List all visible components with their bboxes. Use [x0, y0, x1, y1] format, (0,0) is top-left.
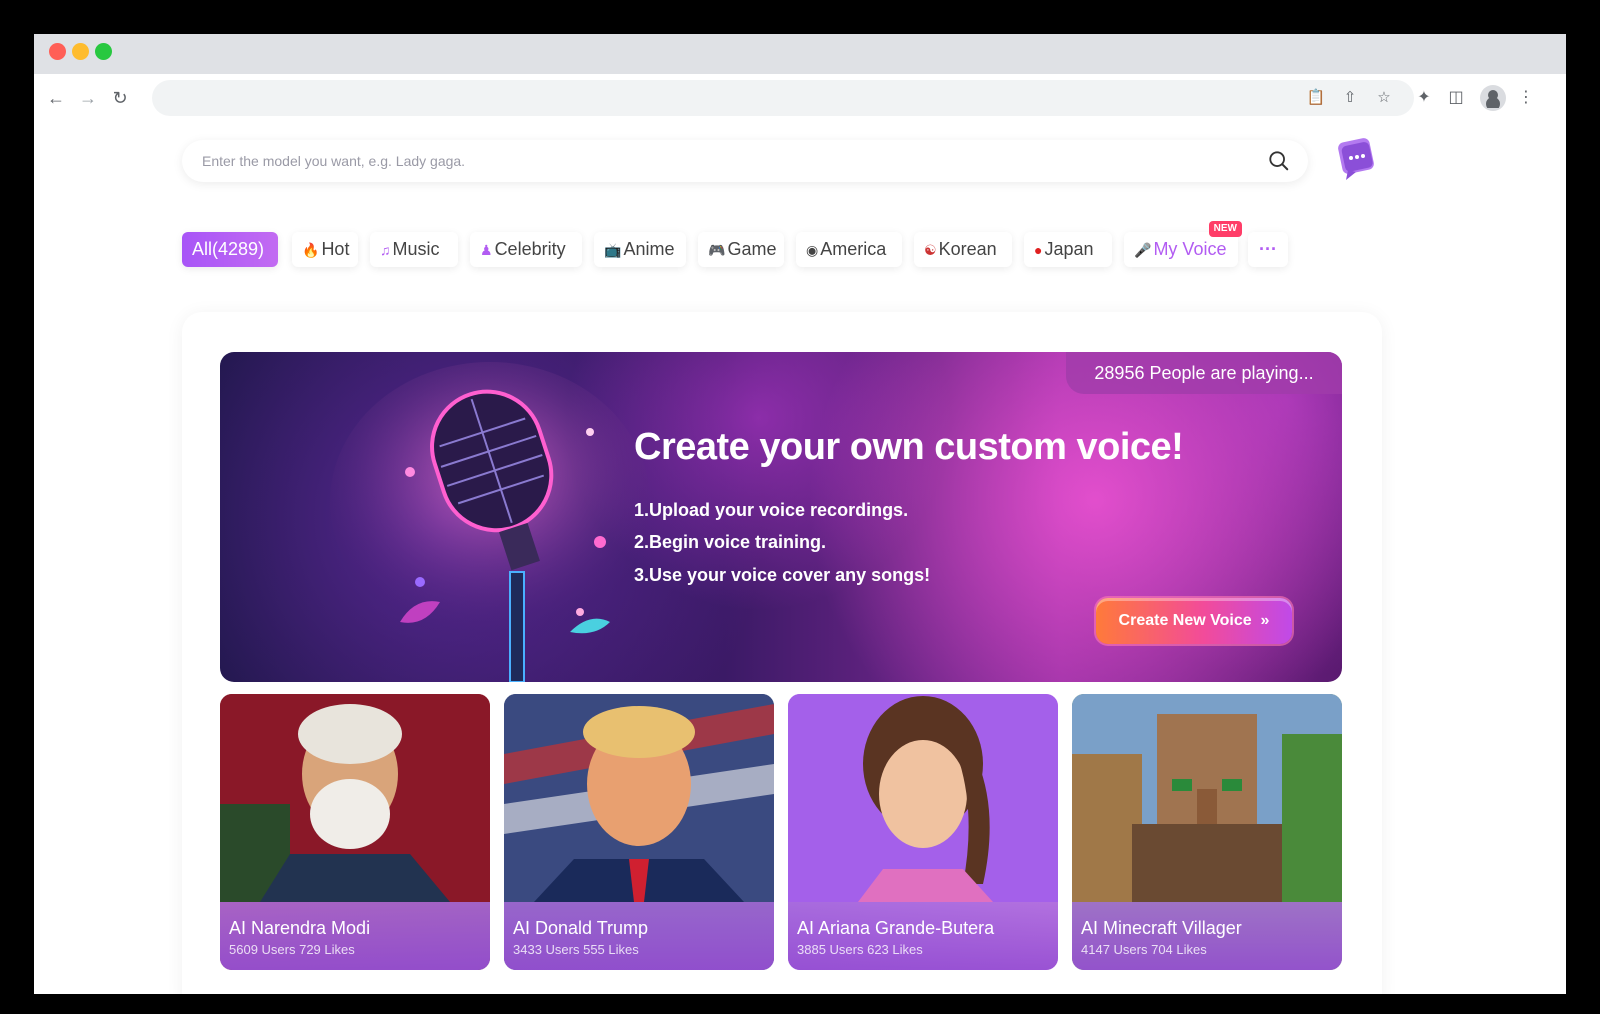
more-categories-button[interactable]: ··· — [1248, 232, 1288, 267]
tab-label: My Voice — [1153, 239, 1227, 259]
tab-japan[interactable]: ● Japan — [1024, 232, 1112, 267]
clipboard-icon[interactable]: 📋 — [1304, 86, 1328, 110]
address-bar[interactable]: 📋 ⇧ ☆ — [152, 80, 1414, 116]
browser-titlebar — [34, 34, 1566, 74]
person-icon: ♟ — [480, 242, 493, 258]
voice-stats: 3885 Users 623 Likes — [797, 942, 923, 957]
music-note-icon: ♫ — [380, 242, 391, 258]
tab-music[interactable]: ♫ Music — [370, 232, 458, 267]
tab-hot[interactable]: 🔥 Hot — [292, 232, 358, 267]
chat-bubble-logo-icon[interactable] — [1334, 136, 1378, 182]
portrait-image — [788, 694, 1058, 902]
us-flag-icon: ◉ — [806, 242, 819, 258]
tab-celebrity[interactable]: ♟ Celebrity — [470, 232, 582, 267]
tab-all[interactable]: All(4289) — [182, 232, 278, 267]
browser-menu-icon[interactable]: ⋮ — [1514, 86, 1538, 110]
voice-name: AI Minecraft Villager — [1081, 918, 1242, 938]
korea-flag-icon: ☯ — [924, 242, 937, 258]
search-icon[interactable] — [1268, 150, 1290, 172]
device-frame: ← → ↻ 📋 ⇧ ☆ ✦ ◫ ⋮ Enter the model you wa… — [0, 0, 1600, 1014]
profile-avatar[interactable] — [1480, 85, 1506, 111]
tab-label: Hot — [321, 239, 350, 259]
close-window-button[interactable] — [49, 43, 66, 60]
gamepad-icon: 🎮 — [708, 242, 726, 258]
voice-stats: 5609 Users 729 Likes — [229, 942, 355, 957]
voice-name: AI Narendra Modi — [229, 918, 371, 938]
microphone-illustration — [330, 362, 650, 682]
tab-korean[interactable]: ☯ Korean — [914, 232, 1012, 267]
tab-game[interactable]: 🎮 Game — [698, 232, 784, 267]
tab-label: Game — [727, 239, 777, 259]
tab-label: Celebrity — [494, 239, 566, 259]
voice-card-narendra-modi[interactable]: AI Narendra Modi 5609 Users 729 Likes — [220, 694, 490, 970]
voice-stats: 3433 Users 555 Likes — [513, 942, 639, 957]
tab-label: America — [820, 239, 887, 259]
more-icon: ··· — [1259, 239, 1277, 259]
tab-label: Music — [392, 239, 440, 259]
minimize-window-button[interactable] — [72, 43, 89, 60]
banner-step-2: 2.Begin voice training. — [634, 532, 827, 552]
reload-icon[interactable]: ↻ — [108, 86, 132, 110]
tab-my-voice[interactable]: 🎤 My Voice NEW — [1124, 221, 1242, 267]
create-new-voice-button[interactable]: Create New Voice » — [1096, 598, 1292, 644]
back-arrow-icon[interactable]: ← — [44, 86, 68, 110]
maximize-window-button[interactable] — [95, 43, 112, 60]
tab-label: Anime — [623, 239, 675, 259]
voice-name: AI Donald Trump — [513, 918, 649, 938]
voice-card-donald-trump[interactable]: AI Donald Trump 3433 Users 555 Likes — [504, 694, 774, 970]
browser-window: ← → ↻ 📋 ⇧ ☆ ✦ ◫ ⋮ Enter the model you wa… — [34, 34, 1566, 994]
page-content: Enter the model you want, e.g. Lady gaga… — [34, 122, 1566, 994]
flame-icon: 🔥 — [302, 242, 320, 258]
players-count-badge: 28956 People are playing... — [1066, 352, 1342, 394]
double-chevron-right-icon: » — [1256, 612, 1270, 629]
japan-flag-icon: ● — [1034, 242, 1043, 258]
tab-label: Japan — [1044, 239, 1094, 259]
voice-card-minecraft-villager[interactable]: AI Minecraft Villager 4147 Users 704 Lik… — [1072, 694, 1342, 970]
tv-icon: 📺 — [604, 242, 622, 258]
voice-card-info: AI Narendra Modi 5609 Users 729 Likes — [220, 902, 490, 970]
tab-america[interactable]: ◉ America — [796, 232, 902, 267]
search-input[interactable]: Enter the model you want, e.g. Lady gaga… — [182, 140, 1308, 182]
portrait-image — [1072, 694, 1342, 902]
tab-label: All(4289) — [192, 239, 265, 259]
portrait-image — [220, 694, 490, 902]
banner-title: Create your own custom voice! — [634, 426, 1184, 468]
create-button-label: Create New Voice — [1118, 612, 1252, 629]
voice-card-info: AI Ariana Grande-Butera 3885 Users 623 L… — [788, 902, 1058, 970]
content-panel: 28956 People are playing... Create your … — [182, 312, 1382, 994]
voice-card-ariana-grande[interactable]: AI Ariana Grande-Butera 3885 Users 623 L… — [788, 694, 1058, 970]
tab-anime[interactable]: 📺 Anime — [594, 232, 686, 267]
voice-card-info: AI Minecraft Villager 4147 Users 704 Lik… — [1072, 902, 1342, 970]
microphone-icon: 🎤 — [1134, 242, 1152, 258]
banner-step-1: 1.Upload your voice recordings. — [634, 500, 909, 520]
bookmark-star-icon[interactable]: ☆ — [1372, 86, 1396, 110]
side-panel-icon[interactable]: ◫ — [1444, 86, 1468, 110]
share-icon[interactable]: ⇧ — [1338, 86, 1362, 110]
forward-arrow-icon[interactable]: → — [76, 86, 100, 110]
new-badge: NEW — [1208, 221, 1242, 237]
portrait-image — [504, 694, 774, 902]
voice-stats: 4147 Users 704 Likes — [1081, 942, 1207, 957]
voice-name: AI Ariana Grande-Butera — [797, 918, 995, 938]
browser-toolbar: ← → ↻ 📋 ⇧ ☆ ✦ ◫ ⋮ — [34, 74, 1566, 122]
extensions-puzzle-icon[interactable]: ✦ — [1412, 86, 1436, 110]
voice-card-info: AI Donald Trump 3433 Users 555 Likes — [504, 902, 774, 970]
search-placeholder: Enter the model you want, e.g. Lady gaga… — [202, 153, 466, 169]
banner-step-3: 3.Use your voice cover any songs! — [634, 565, 931, 585]
tab-label: Korean — [938, 239, 997, 259]
create-voice-banner: 28956 People are playing... Create your … — [220, 352, 1342, 682]
